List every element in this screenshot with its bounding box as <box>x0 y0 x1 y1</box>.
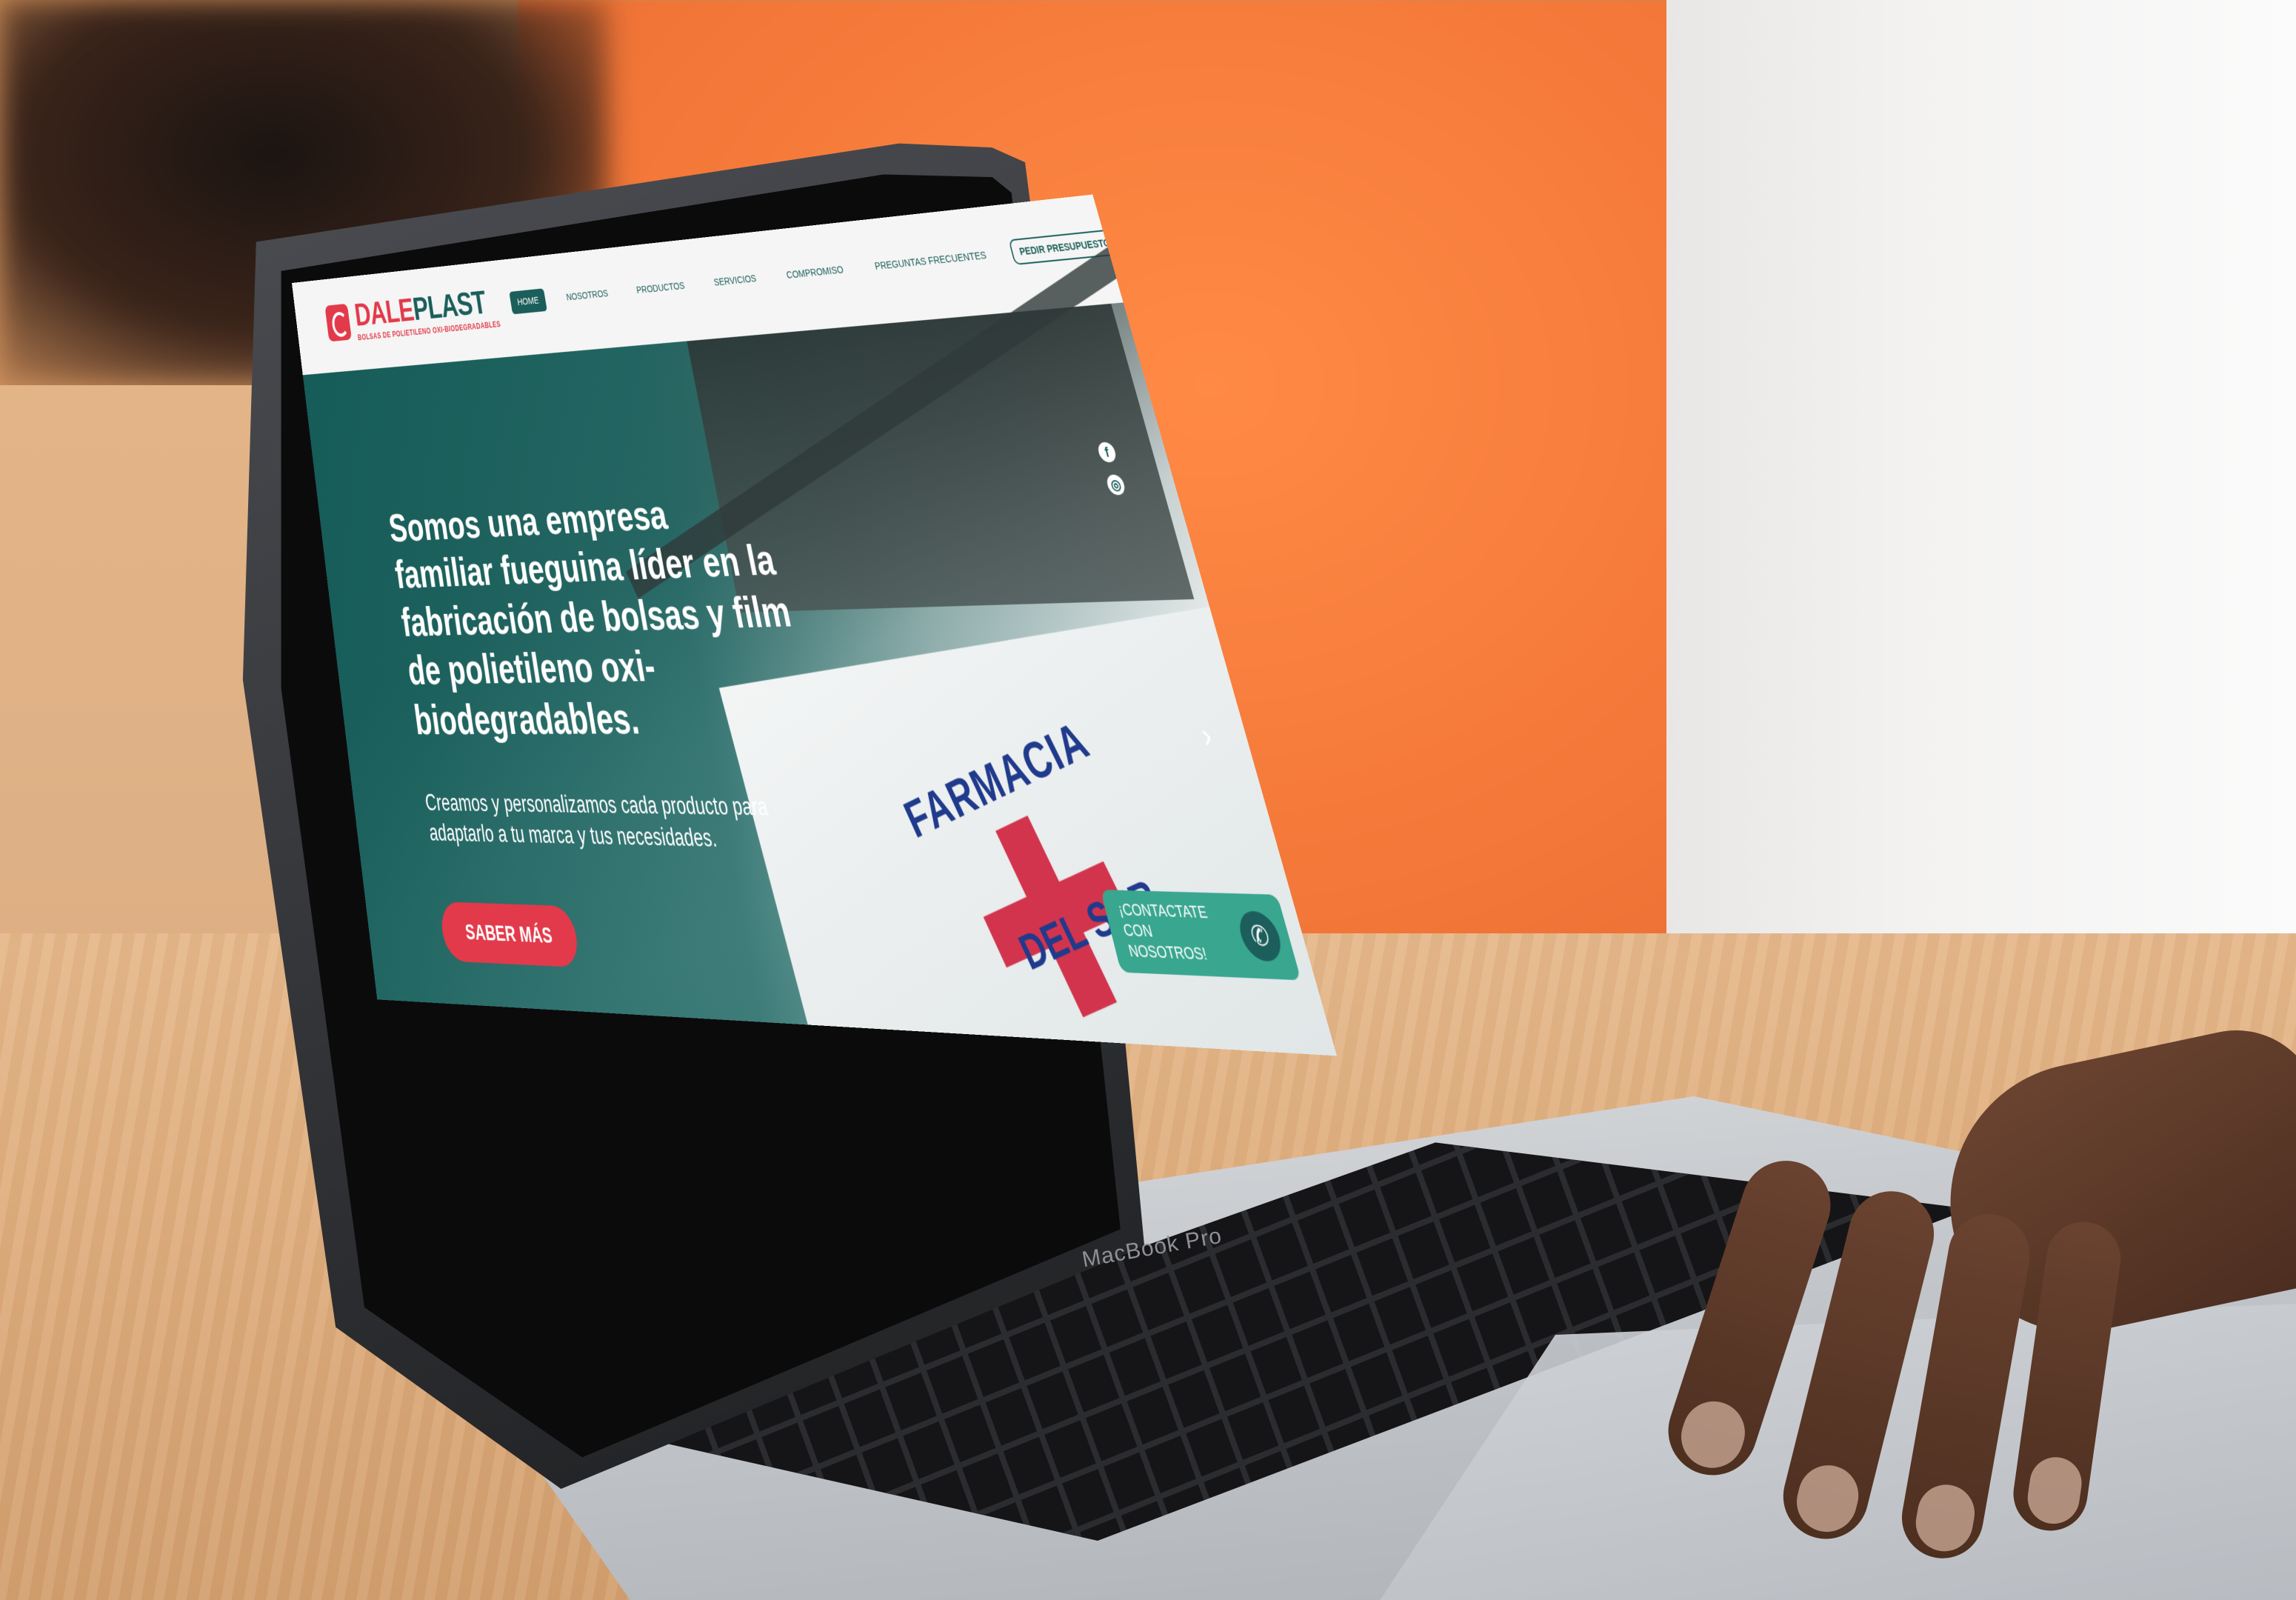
photo-scene: MacBook Pro DALEPLAST BOLSAS DE POLIETIL… <box>0 0 2296 1600</box>
hero-subtitle: Creamos y personalizamos cada producto p… <box>424 789 770 853</box>
nav-item-nosotros[interactable]: NOSOTROS <box>558 281 617 309</box>
site-logo[interactable]: DALEPLAST BOLSAS DE POLIETILENO OXI-BIOD… <box>324 284 501 345</box>
logo-word-dale: DALE <box>353 292 416 333</box>
nav-item-servicios[interactable]: SERVICIOS <box>704 266 766 295</box>
nav-item-compromiso[interactable]: COMPROMISO <box>777 256 854 287</box>
nav-item-home[interactable]: HOME <box>509 287 547 314</box>
whatsapp-label: ¡CONTACTATE CON NOSOTROS! <box>1116 900 1210 964</box>
hero-title: Somos una empresa familiar fueguina líde… <box>386 491 795 744</box>
logo-word-plast: PLAST <box>410 284 489 327</box>
whatsapp-contact-button[interactable]: ¡CONTACTATE CON NOSOTROS! ✆ <box>1100 890 1302 981</box>
logo-mark-icon <box>324 303 353 342</box>
nav-item-productos[interactable]: PRODUCTOS <box>627 273 694 303</box>
whatsapp-icon: ✆ <box>1234 910 1287 962</box>
saber-mas-button[interactable]: SABER MÁS <box>438 901 581 968</box>
background-white-wall <box>1666 0 2296 1000</box>
nav-item-preguntas-frecuentes[interactable]: PREGUNTAS FRECUENTES <box>864 242 998 279</box>
user-hand <box>1656 1014 2296 1600</box>
